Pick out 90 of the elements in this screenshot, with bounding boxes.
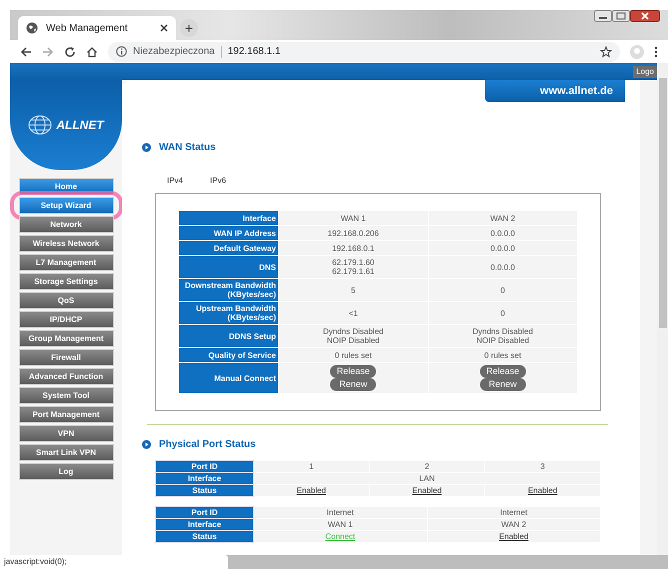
nav-item[interactable]: Group Management: [18, 330, 114, 347]
reload-icon[interactable]: [64, 46, 76, 58]
row-header: Quality of Service: [178, 348, 278, 362]
nav-item[interactable]: Smart Link VPN: [18, 444, 114, 461]
new-tab-button[interactable]: +: [180, 19, 198, 37]
row-header: Port ID: [156, 460, 254, 472]
tab-title: Web Management: [46, 22, 128, 36]
row-header: Upstream Bandwidth (KBytes/sec): [178, 302, 278, 324]
table-cell: <1: [278, 302, 428, 324]
table-cell: Internet: [427, 506, 600, 518]
menu-icon[interactable]: [654, 46, 658, 58]
nav-item[interactable]: Storage Settings: [18, 273, 114, 290]
browser-tab[interactable]: Web Management: [18, 16, 176, 40]
close-window-icon[interactable]: [630, 10, 660, 22]
bullet-icon[interactable]: [142, 440, 151, 449]
nav-item[interactable]: Port Management: [18, 406, 114, 423]
nav-item[interactable]: IP/DHCP: [18, 311, 114, 328]
nav-item[interactable]: L7 Management: [18, 254, 114, 271]
close-icon[interactable]: [160, 24, 168, 32]
table-cell: 0.0.0.0: [428, 226, 578, 240]
row-header: Interface: [156, 472, 254, 484]
row-header: Interface: [178, 210, 278, 226]
row-header: Downstream Bandwidth (KBytes/sec): [178, 278, 278, 302]
tab[interactable]: IPv4: [167, 175, 184, 187]
maximize-icon[interactable]: [612, 10, 630, 22]
nav-item[interactable]: VPN: [18, 425, 114, 442]
table-cell: 0.0.0.0: [428, 256, 578, 278]
table-cell: 3: [484, 460, 600, 472]
home-icon[interactable]: [86, 46, 98, 58]
table-cell: 2: [369, 460, 485, 472]
nav-item[interactable]: Network: [18, 216, 114, 233]
status-link[interactable]: Enabled: [528, 486, 558, 495]
row-header: Status: [156, 530, 254, 542]
row-header: Default Gateway: [178, 240, 278, 256]
nav-item[interactable]: QoS: [18, 292, 114, 309]
nav-item[interactable]: Wireless Network: [18, 235, 114, 252]
nav-item[interactable]: Firewall: [18, 349, 114, 366]
address-bar[interactable]: Niezabezpieczona 192.168.1.1: [108, 42, 620, 62]
table-cell: Dyndns Disabled NOIP Disabled: [428, 324, 578, 348]
star-icon[interactable]: [600, 46, 612, 58]
bullet-icon[interactable]: [142, 143, 151, 152]
back-icon[interactable]: [20, 46, 32, 58]
row-header: WAN IP Address: [178, 226, 278, 240]
security-label: Niezabezpieczona: [133, 45, 215, 59]
table-cell: 0: [428, 302, 578, 324]
table-cell: WAN 1: [278, 210, 428, 226]
action-button[interactable]: Release: [480, 365, 526, 378]
table-cell: 1: [254, 460, 370, 472]
globe-icon[interactable]: [28, 115, 52, 135]
info-icon[interactable]: [116, 46, 127, 57]
status-link[interactable]: Enabled: [499, 532, 528, 541]
brand-logo: ALLNET: [56, 117, 104, 134]
tab[interactable]: IPv6: [210, 175, 226, 187]
table-cell: 192.168.0.1: [278, 240, 428, 256]
nav-item[interactable]: Setup Wizard: [18, 197, 114, 214]
row-header: DNS: [178, 256, 278, 278]
row-header: Port ID: [156, 506, 254, 518]
action-button[interactable]: Renew: [480, 378, 526, 391]
url-text: 192.168.1.1: [228, 45, 281, 59]
action-button[interactable]: Release: [330, 365, 376, 378]
section-title: Physical Port Status: [159, 438, 256, 452]
table-cell: 62.179.1.60 62.179.1.61: [278, 256, 428, 278]
status-link[interactable]: Enabled: [412, 486, 442, 495]
table-cell: 5: [278, 278, 428, 302]
table-cell: LAN: [254, 472, 600, 484]
nav-item[interactable]: Log: [18, 463, 114, 480]
table-cell: Dyndns Disabled NOIP Disabled: [278, 324, 428, 348]
table-cell: Internet: [254, 506, 427, 518]
status-link[interactable]: Enabled: [296, 486, 326, 495]
logout-button[interactable]: Logo: [633, 66, 657, 78]
table-cell: 192.168.0.206: [278, 226, 428, 240]
minimize-icon[interactable]: [594, 10, 612, 22]
table-cell: 0.0.0.0: [428, 240, 578, 256]
table-cell: WAN 2: [427, 518, 600, 530]
status-bar-text: javascript:void(0);: [0, 555, 228, 569]
nav-item[interactable]: System Tool: [18, 387, 114, 404]
globe-icon[interactable]: [26, 22, 38, 34]
row-header: Status: [156, 484, 254, 496]
table-cell: 0 rules set: [428, 348, 578, 362]
table-cell: 0: [428, 278, 578, 302]
row-header: DDNS Setup: [178, 324, 278, 348]
site-banner: www.allnet.de: [485, 80, 625, 102]
table-cell: WAN 2: [428, 210, 578, 226]
section-title: WAN Status: [159, 141, 216, 155]
table-cell: 0 rules set: [278, 348, 428, 362]
row-header: Interface: [156, 518, 254, 530]
action-button[interactable]: Renew: [330, 378, 376, 391]
table-cell: WAN 1: [254, 518, 427, 530]
row-header: Manual Connect: [178, 362, 278, 394]
nav-item[interactable]: Advanced Function: [18, 368, 114, 385]
